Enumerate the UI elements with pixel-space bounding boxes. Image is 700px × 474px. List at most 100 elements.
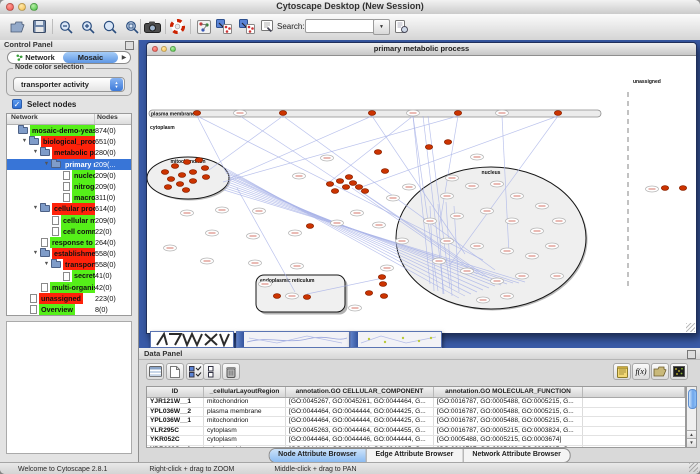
expander-icon[interactable]: ▼ — [42, 159, 51, 170]
graph-node[interactable] — [361, 189, 368, 194]
import-network-button[interactable] — [214, 17, 233, 36]
expander-icon[interactable]: ▼ — [31, 203, 40, 214]
network-image-button[interactable] — [194, 17, 213, 36]
graph-node[interactable] — [193, 111, 200, 116]
float-panel-icon[interactable] — [125, 41, 134, 50]
select-nodes-checkbox[interactable]: ✓ — [12, 99, 22, 109]
graph-node[interactable] — [189, 170, 196, 175]
table-row[interactable]: YPL036W__1mitochondrion[GO:0044464, GO:0… — [147, 417, 685, 427]
graph-node[interactable] — [444, 140, 451, 145]
graph-node[interactable] — [201, 166, 208, 171]
tab-node-attribute-browser[interactable]: Node Attribute Browser — [269, 449, 366, 462]
function-builder-button[interactable]: f(x) — [632, 363, 650, 380]
graph-node[interactable] — [342, 185, 349, 190]
tree-row[interactable]: Overview8(0) — [7, 304, 131, 315]
network-window-titlebar[interactable]: primary metabolic process — [147, 43, 696, 56]
tree-row[interactable]: ▼biological_process651(0) — [7, 136, 131, 147]
graph-node[interactable] — [183, 160, 190, 165]
table-row[interactable]: YLR295Ccytoplasm[GO:0045263, GO:0044464,… — [147, 427, 685, 437]
attribute-notes-button[interactable] — [613, 363, 631, 380]
scrollbar-thumb[interactable] — [688, 389, 697, 409]
zoom-out-button[interactable] — [56, 17, 75, 36]
expander-icon[interactable]: ▼ — [42, 259, 51, 270]
tree-row[interactable]: ▼metabolic process280(0) — [7, 147, 131, 158]
zoom-fit-button[interactable] — [122, 17, 141, 36]
new-attribute-button[interactable] — [166, 363, 184, 380]
graph-node[interactable] — [279, 111, 286, 116]
graph-node[interactable] — [303, 295, 310, 300]
tree-row[interactable]: ▼transport558(0) — [7, 259, 131, 270]
graph-node[interactable] — [349, 181, 356, 186]
attribute-matrix-button[interactable] — [670, 363, 688, 380]
graph-node[interactable] — [326, 182, 333, 187]
search-config-button[interactable] — [392, 17, 411, 36]
scroll-down-button[interactable]: ▼ — [687, 438, 696, 447]
graph-node[interactable] — [454, 111, 461, 116]
window-resize-grip[interactable] — [686, 323, 695, 332]
graph-node[interactable] — [365, 291, 372, 296]
graph-node[interactable] — [182, 188, 189, 193]
graph-node[interactable] — [189, 179, 196, 184]
graph-node[interactable] — [374, 150, 381, 155]
graph-node[interactable] — [381, 169, 388, 174]
column-header[interactable]: annotation.GO MOLECULAR_FUNCTION — [434, 387, 583, 397]
tree-row[interactable]: cell communicat22(0) — [7, 226, 131, 237]
minimized-window-thumbnail[interactable] — [350, 331, 442, 348]
window-resize-grip[interactable] — [689, 463, 698, 472]
graph-node[interactable] — [661, 186, 668, 191]
unselect-attributes-button[interactable] — [203, 363, 221, 380]
network-canvas[interactable]: plasma membranecytoplasmmitochondrionnuc… — [147, 56, 694, 332]
table-row[interactable]: YJR121W__1mitochondrion[GO:0045267, GO:0… — [147, 398, 685, 408]
tree-row[interactable]: ▼primary metabo209(... — [7, 159, 131, 170]
column-header[interactable] — [583, 387, 685, 397]
search-input[interactable] — [305, 19, 375, 33]
tree-row[interactable]: response to stimulu264(0) — [7, 237, 131, 248]
attribute-table-button[interactable] — [146, 363, 164, 380]
graph-node[interactable] — [161, 170, 168, 175]
graph-node[interactable] — [380, 294, 387, 299]
node-color-dropdown[interactable]: transporter activity ▲▼ — [13, 77, 125, 92]
graph-node[interactable] — [178, 173, 185, 178]
snapshot-button[interactable] — [143, 17, 162, 36]
save-session-button[interactable] — [30, 17, 49, 36]
zoom-selected-button[interactable] — [100, 17, 119, 36]
search-dropdown-button[interactable]: ▼ — [373, 19, 390, 35]
tab-overflow-button[interactable]: ▶ — [118, 54, 130, 61]
table-scrollbar[interactable]: ▲ ▼ — [686, 386, 697, 448]
graph-node[interactable] — [336, 179, 343, 184]
graph-node[interactable] — [554, 111, 561, 116]
minimized-window-thumbnail[interactable] — [150, 331, 234, 348]
tab-mosaic[interactable]: Mosaic — [63, 52, 118, 63]
expander-icon[interactable]: ▼ — [20, 136, 29, 147]
graph-node[interactable] — [679, 186, 686, 191]
tree-row[interactable]: secretion41(0) — [7, 270, 131, 281]
annotation-button[interactable] — [257, 17, 276, 36]
select-attributes-button[interactable] — [186, 363, 204, 380]
graph-node[interactable] — [176, 182, 183, 187]
graph-node[interactable] — [331, 189, 338, 194]
tab-network-attribute-browser[interactable]: Network Attribute Browser — [463, 449, 569, 462]
tree-row[interactable]: macromolecule311(0) — [7, 192, 131, 203]
graph-node[interactable] — [167, 177, 174, 182]
expander-icon[interactable]: ▼ — [31, 248, 40, 259]
graph-node[interactable] — [202, 175, 209, 180]
help-button[interactable] — [168, 17, 187, 36]
graph-node[interactable] — [355, 185, 362, 190]
open-session-button[interactable] — [8, 17, 27, 36]
zoom-in-button[interactable] — [78, 17, 97, 36]
column-header[interactable]: annotation.GO CELLULAR_COMPONENT — [286, 387, 434, 397]
table-row[interactable]: YPL036W__2plasma membrane[GO:0044464, GO… — [147, 408, 685, 418]
graph-node[interactable] — [425, 145, 432, 150]
float-panel-icon[interactable] — [687, 350, 696, 359]
graph-node[interactable] — [273, 294, 280, 299]
graph-node[interactable] — [306, 224, 313, 229]
tree-row[interactable]: ▼establishment of lo558(0) — [7, 248, 131, 259]
graph-node[interactable] — [171, 164, 178, 169]
tree-row[interactable]: mosaic-demo-yeast874(0) — [7, 125, 131, 136]
import-attributes-button[interactable] — [651, 363, 669, 380]
table-row[interactable]: YKR052Ccytoplasm[GO:0044464, GO:0044446,… — [147, 436, 685, 446]
tab-edge-attribute-browser[interactable]: Edge Attribute Browser — [366, 449, 463, 462]
graph-node[interactable] — [379, 282, 386, 287]
tree-row[interactable]: cellular metabol209(0) — [7, 215, 131, 226]
graph-node[interactable] — [378, 275, 385, 280]
